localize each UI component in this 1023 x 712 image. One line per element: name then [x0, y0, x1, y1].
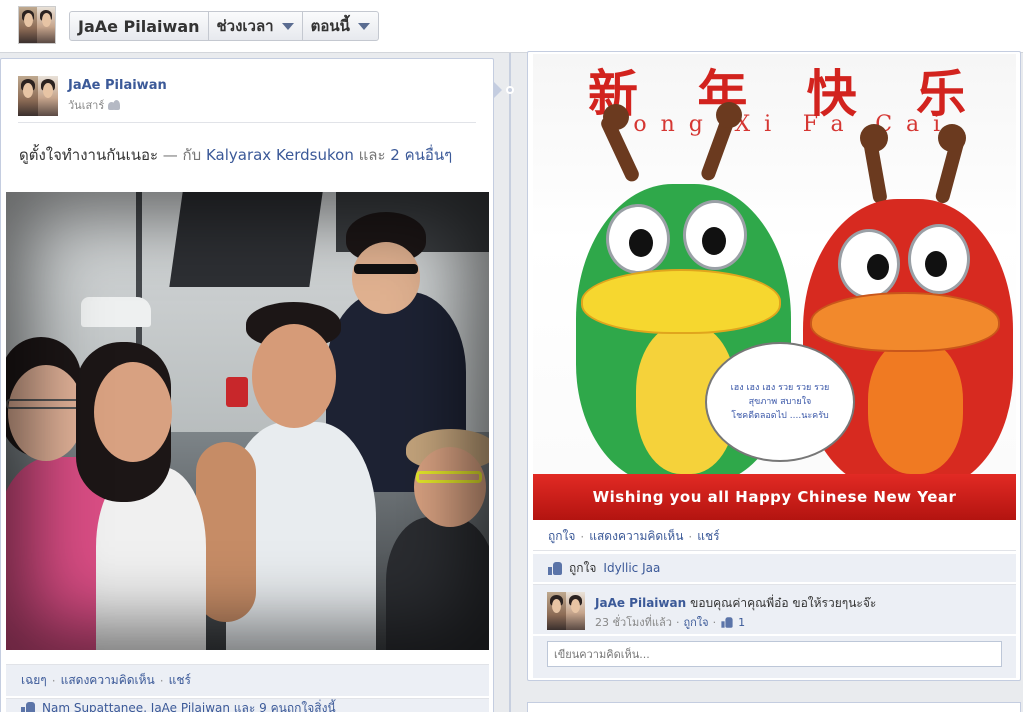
post-actions: เฉยๆ · แสดงความคิดเห็น · แชร์ [6, 664, 489, 696]
tagged-person-link[interactable]: Kalyarax Kerdsukon [206, 146, 354, 164]
comment-body: JaAe Pilaiwan ขอบคุณค่าคุณพี่อ๋อ ขอให้รวย… [595, 596, 877, 610]
chevron-down-icon [357, 22, 370, 30]
speech-bubble: เฮง เฮง เฮง รวย รวย รวย สุขภาพ สบายใจ โช… [705, 342, 855, 462]
profile-name-link[interactable]: JaAe Pilaiwan [70, 12, 208, 40]
post-timestamp[interactable]: วันเสาร์ [68, 96, 104, 114]
post-author-name[interactable]: JaAe Pilaiwan [68, 78, 167, 93]
comment-time[interactable]: 23 ชั่วโมงที่แล้ว [595, 613, 672, 631]
comment-link[interactable]: แสดงความคิดเห็น [61, 671, 155, 690]
comment-like-link[interactable]: ถูกใจ [683, 613, 708, 631]
post-meta: วันเสาร์ [68, 96, 121, 114]
like-link[interactable]: ถูกใจ [548, 527, 575, 546]
likes-summary: Nam Supattanee, JaAe Pilaiwan และ 9 คนถู… [6, 698, 489, 712]
comment-link[interactable]: แสดงความคิดเห็น [589, 527, 683, 546]
timeline-post-right: 新 年 快 乐 Gong Xi Fa Cai เฮง เฮง เฮง รวย ร… [527, 51, 1021, 681]
divider [18, 122, 476, 123]
post-text: ดูตั้งใจทำงานกันเนอะ — กับ Kalyarax Kerd… [19, 146, 453, 164]
friends-audience-icon[interactable] [108, 100, 121, 110]
timeline-spine [509, 53, 511, 712]
share-link[interactable]: แชร์ [169, 671, 191, 690]
comment-input[interactable] [547, 641, 1002, 667]
timeline-post-left: JaAe Pilaiwan วันเสาร์ ดูตั้งใจทำงานกันเ… [0, 58, 502, 712]
share-link[interactable]: แชร์ [697, 527, 719, 546]
timeline-nav: JaAe Pilaiwan ช่วงเวลา ตอนนี้ [69, 11, 379, 41]
tagged-others-link[interactable]: 2 คนอื่นๆ [390, 146, 452, 164]
comment-item: JaAe Pilaiwan ขอบคุณค่าคุณพี่อ๋อ ขอให้รวย… [533, 584, 1016, 634]
profile-avatar[interactable] [18, 6, 56, 44]
commenter-name[interactable]: JaAe Pilaiwan [595, 596, 686, 610]
period-dropdown[interactable]: ช่วงเวลา [207, 12, 302, 40]
now-dropdown[interactable]: ตอนนี้ [301, 12, 378, 40]
greeting-banner: Wishing you all Happy Chinese New Year [533, 474, 1016, 520]
thumbs-up-icon [548, 561, 562, 575]
chevron-down-icon [281, 22, 294, 30]
likes-summary: ถูกใจ Idyllic Jaa [533, 554, 1016, 582]
thumbs-up-icon [21, 702, 35, 712]
like-link[interactable]: เฉยๆ [21, 671, 47, 690]
post-actions: ถูกใจ · แสดงความคิดเห็น · แชร์ [533, 523, 1016, 551]
timeline-header: JaAe Pilaiwan ช่วงเวลา ตอนนี้ [0, 0, 1023, 53]
timeline-dot [506, 86, 514, 94]
liker-link[interactable]: Idyllic Jaa [603, 561, 660, 575]
commenter-avatar[interactable] [547, 592, 585, 630]
comment-meta: 23 ชั่วโมงที่แล้ว · ถูกใจ · 1 [595, 613, 745, 631]
avatar-photo-left [19, 7, 37, 43]
pinyin-text: Gong Xi Fa Cai [601, 112, 955, 137]
avatar-photo-right [37, 7, 55, 43]
comment-composer [533, 636, 1016, 678]
post-photo[interactable] [6, 192, 489, 650]
chinese-new-year-image[interactable]: 新 年 快 乐 Gong Xi Fa Cai เฮง เฮง เฮง รวย ร… [533, 54, 1016, 520]
next-post-card [527, 702, 1021, 712]
post-author-avatar[interactable] [18, 76, 58, 116]
comment-like-count[interactable]: 1 [738, 616, 745, 629]
thumbs-up-icon [721, 616, 733, 628]
